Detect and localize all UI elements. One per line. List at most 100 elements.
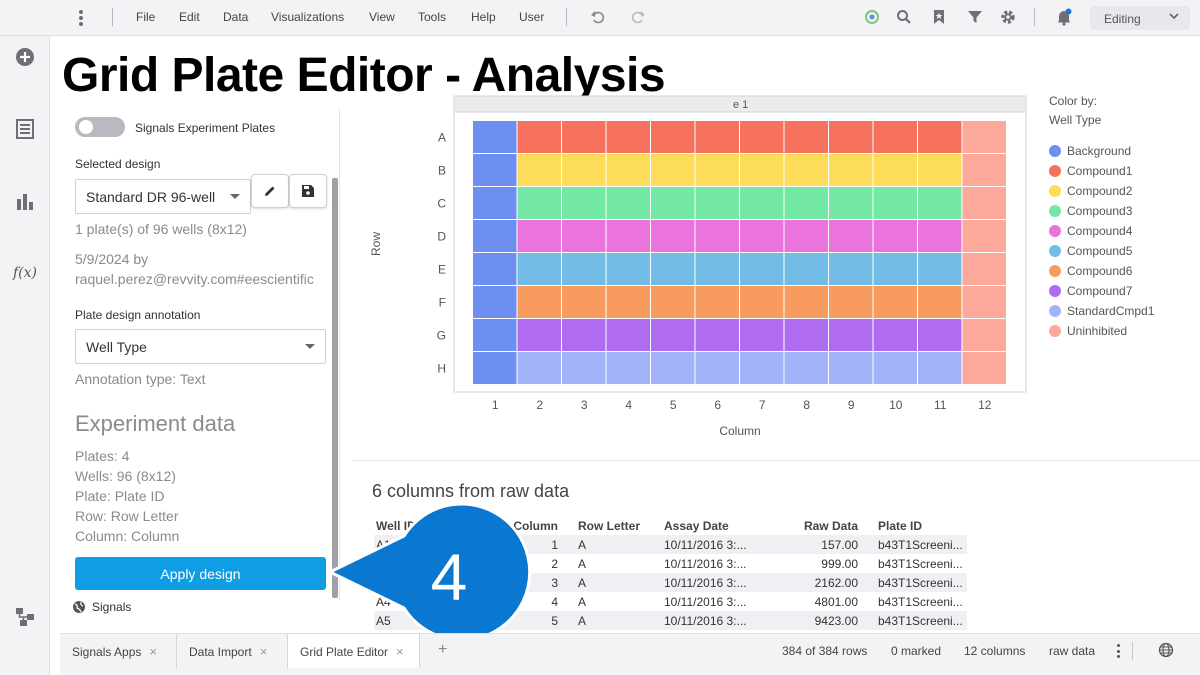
- well-cell-G12: [962, 319, 1006, 351]
- close-icon[interactable]: ×: [396, 644, 404, 659]
- well-cell-G10: [873, 319, 917, 351]
- legend-swatch: [1049, 145, 1061, 157]
- legend-color-by-value[interactable]: Well Type: [1049, 113, 1101, 127]
- legend-item[interactable]: Compound5: [1049, 244, 1132, 258]
- row-count: 384 of 384 rows: [782, 644, 868, 658]
- filter-icon[interactable]: [964, 6, 986, 28]
- close-icon[interactable]: ×: [260, 644, 268, 659]
- legend-item[interactable]: Compound7: [1049, 284, 1132, 298]
- signals-plates-toggle[interactable]: [75, 117, 125, 137]
- visualization-icon[interactable]: [14, 190, 36, 212]
- legend-swatch: [1049, 245, 1061, 257]
- legend-label: Compound7: [1067, 284, 1133, 298]
- legend-item[interactable]: Uninhibited: [1049, 324, 1127, 338]
- menu-tools[interactable]: Tools: [418, 10, 446, 24]
- tab-signals-apps[interactable]: Signals Apps ×: [60, 634, 177, 668]
- more-menu-icon[interactable]: [74, 8, 88, 28]
- legend-label: Compound4: [1067, 224, 1133, 238]
- gear-icon[interactable]: [997, 6, 1019, 28]
- mode-select[interactable]: Editing: [1090, 6, 1190, 30]
- well-cell-D3: [562, 220, 606, 252]
- column-tick-label: 7: [759, 398, 766, 412]
- undo-icon[interactable]: [587, 6, 609, 28]
- well-cell-F12: [962, 286, 1006, 318]
- well-cell-A12: [962, 121, 1006, 153]
- save-design-button[interactable]: [289, 174, 327, 208]
- menu-edit[interactable]: Edit: [179, 10, 200, 24]
- well-cell-E12: [962, 253, 1006, 285]
- data-table-icon[interactable]: [14, 118, 36, 140]
- well-cell-F4: [606, 286, 650, 318]
- legend-item[interactable]: Compound1: [1049, 164, 1132, 178]
- bookmark-icon[interactable]: [928, 6, 950, 28]
- menu-data[interactable]: Data: [223, 10, 248, 24]
- legend-swatch: [1049, 165, 1061, 177]
- annotation-dropdown[interactable]: Well Type: [75, 329, 326, 364]
- well-cell-B10: [873, 154, 917, 186]
- table-cell: 10/11/2016 3:...: [662, 573, 770, 592]
- design-date: 5/9/2024 by: [75, 251, 149, 267]
- signals-sync-icon[interactable]: [861, 6, 883, 28]
- legend-item[interactable]: Compound6: [1049, 264, 1132, 278]
- menu-visualizations[interactable]: Visualizations: [271, 10, 344, 24]
- toolbar-divider: [566, 8, 567, 26]
- tab-label: Grid Plate Editor: [300, 645, 389, 659]
- well-cell-F10: [873, 286, 917, 318]
- legend-swatch: [1049, 285, 1061, 297]
- globe-icon[interactable]: [1158, 642, 1174, 663]
- close-icon[interactable]: ×: [149, 644, 157, 659]
- menu-help[interactable]: Help: [471, 10, 496, 24]
- well-cell-G1: [473, 319, 517, 351]
- legend-item[interactable]: Compound4: [1049, 224, 1132, 238]
- table-cell: A: [578, 556, 587, 571]
- function-icon[interactable]: f(x): [13, 262, 37, 284]
- column-header[interactable]: Raw Data: [770, 517, 862, 535]
- annotation-dropdown-value: Well Type: [86, 339, 147, 355]
- column-header[interactable]: Row Letter: [562, 517, 662, 535]
- well-cell-C1: [473, 187, 517, 219]
- row-tick-label: A: [438, 131, 446, 145]
- row-tick-label: E: [438, 263, 446, 277]
- legend-label: StandardCmpd1: [1067, 304, 1155, 318]
- trellis-header-label: e 1: [733, 99, 748, 111]
- legend-item[interactable]: Compound2: [1049, 184, 1132, 198]
- menu-view[interactable]: View: [369, 10, 395, 24]
- tab-grid-plate-editor[interactable]: Grid Plate Editor ×: [288, 634, 420, 668]
- well-cell-H2: [517, 352, 561, 384]
- row-tick-label: B: [438, 164, 446, 178]
- mode-select-value: Editing: [1104, 12, 1141, 26]
- design-dropdown[interactable]: Standard DR 96-well: [75, 179, 251, 214]
- well-cell-C3: [562, 187, 606, 219]
- legend-label: Compound1: [1067, 164, 1133, 178]
- well-cell-C10: [873, 187, 917, 219]
- column-header[interactable]: Plate ID: [862, 517, 967, 535]
- well-cell-D2: [517, 220, 561, 252]
- well-cell-G8: [784, 319, 828, 351]
- hierarchy-icon[interactable]: [14, 606, 36, 628]
- notification-icon[interactable]: [1053, 6, 1075, 28]
- legend-item[interactable]: Compound3: [1049, 204, 1132, 218]
- well-cell-C2: [517, 187, 561, 219]
- signals-link[interactable]: Signals: [72, 600, 131, 614]
- add-icon[interactable]: [14, 46, 36, 68]
- column-header[interactable]: Assay Date: [662, 517, 770, 535]
- add-tab-icon[interactable]: +: [438, 641, 447, 659]
- apply-design-button[interactable]: Apply design: [75, 557, 326, 590]
- pencil-icon: [265, 186, 275, 196]
- legend-item[interactable]: Background: [1049, 144, 1131, 158]
- menu-user[interactable]: User: [519, 10, 544, 24]
- tab-data-import[interactable]: Data Import ×: [177, 634, 288, 668]
- search-icon[interactable]: [893, 6, 915, 28]
- edit-design-button[interactable]: [251, 174, 289, 208]
- well-cell-A11: [918, 121, 962, 153]
- menu-file[interactable]: File: [136, 10, 155, 24]
- more-options-icon[interactable]: [1115, 644, 1121, 658]
- well-cell-G11: [918, 319, 962, 351]
- redo-icon[interactable]: [627, 6, 649, 28]
- well-cell-H4: [606, 352, 650, 384]
- well-cell-B9: [829, 154, 873, 186]
- row-tick-label: H: [437, 362, 446, 376]
- well-cell-D1: [473, 220, 517, 252]
- well-cell-D11: [918, 220, 962, 252]
- legend-item[interactable]: StandardCmpd1: [1049, 304, 1154, 318]
